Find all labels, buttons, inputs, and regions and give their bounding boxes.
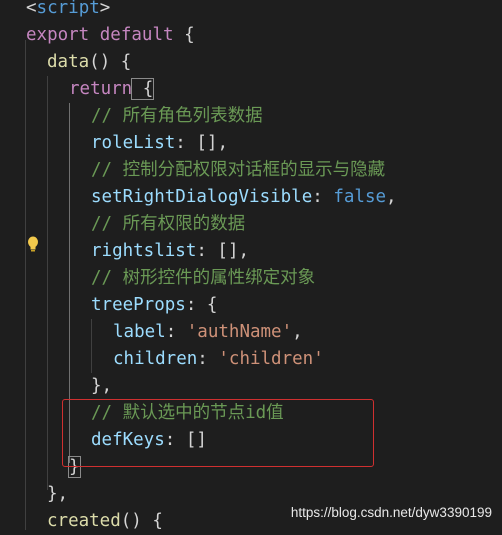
code-line-created-fn[interactable]: created() { <box>47 508 163 535</box>
token: false <box>333 187 387 207</box>
code-line-rolelist[interactable]: roleList: [], <box>91 130 228 157</box>
token: export <box>26 25 90 45</box>
watermark: https://blog.csdn.net/dyw3390199 <box>290 505 492 520</box>
token: // 树形控件的属性绑定对象 <box>91 268 316 288</box>
code-line-rightslist[interactable]: rightslist: [], <box>91 238 249 265</box>
code-line-setrightdialog[interactable]: setRightDialogVisible: false, <box>91 184 397 211</box>
token: : <box>197 349 219 369</box>
indent-guide <box>47 76 48 490</box>
token: label <box>113 322 166 342</box>
code-line-comment-rights[interactable]: // 所有权限的数据 <box>91 211 245 238</box>
token: () { <box>120 511 163 531</box>
code-line-treeprops-close[interactable]: }, <box>91 373 112 400</box>
code-line-comment-rolelist[interactable]: // 所有角色列表数据 <box>91 103 263 130</box>
token: { <box>173 25 195 45</box>
lightbulb-icon[interactable] <box>26 236 40 252</box>
code-line-comment-treeprops[interactable]: // 树形控件的属性绑定对象 <box>91 265 315 292</box>
code-line-script-tag[interactable]: <script> <box>26 0 110 22</box>
code-line-data-close[interactable]: }, <box>47 481 68 508</box>
token: < <box>26 0 37 18</box>
token: , <box>386 187 397 207</box>
token: { <box>131 78 155 100</box>
token: () { <box>89 52 132 72</box>
code-line-return[interactable]: return { <box>69 76 155 103</box>
token: , <box>292 322 303 342</box>
token: default <box>99 25 174 45</box>
token: roleList <box>91 133 176 153</box>
token: : <box>312 187 334 207</box>
token: : [], <box>196 241 250 261</box>
token: : <box>165 322 187 342</box>
indent-guide <box>25 40 26 530</box>
token: > <box>99 0 111 18</box>
code-editor[interactable]: <script> export default {data() {return {… <box>0 0 502 531</box>
token: rightslist <box>91 241 197 261</box>
token: data <box>47 52 90 72</box>
token: 'authName' <box>186 322 293 342</box>
token: // 控制分配权限对话框的显示与隐藏 <box>91 160 386 180</box>
token: 'children' <box>218 349 324 369</box>
token: : [], <box>175 133 228 153</box>
token: : { <box>185 295 218 315</box>
code-line-treeprops[interactable]: treeProps: { <box>91 292 217 319</box>
token: setRightDialogVisible <box>91 187 313 207</box>
token: // 所有权限的数据 <box>91 214 246 234</box>
highlight-box <box>62 399 374 467</box>
token: created <box>47 511 121 531</box>
code-line-children[interactable]: children: 'children' <box>113 346 324 373</box>
token: treeProps <box>91 295 186 315</box>
code-line-data-fn[interactable]: data() { <box>47 49 131 76</box>
code-line-export-default[interactable]: export default { <box>26 22 195 49</box>
indent-guide <box>91 319 92 373</box>
token: }, <box>47 484 69 504</box>
token: }, <box>91 376 113 396</box>
token: script <box>36 0 100 18</box>
token: children <box>113 349 198 369</box>
token: // 所有角色列表数据 <box>91 106 263 126</box>
code-line-label[interactable]: label: 'authName', <box>113 319 303 346</box>
token: return <box>69 79 133 99</box>
code-line-comment-dialog[interactable]: // 控制分配权限对话框的显示与隐藏 <box>91 157 385 184</box>
